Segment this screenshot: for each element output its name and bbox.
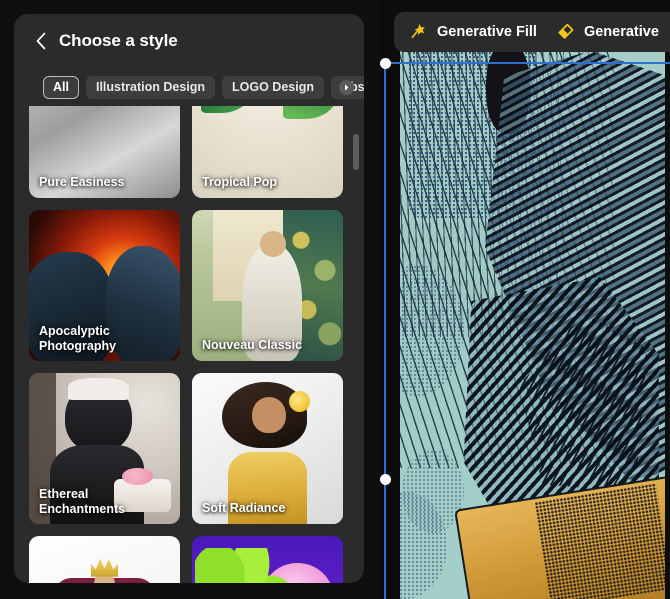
selection-border-top bbox=[384, 62, 670, 64]
style-card-neon-landscape[interactable] bbox=[192, 536, 343, 583]
flower-shape bbox=[288, 391, 310, 413]
artwork-hat-shading bbox=[534, 482, 670, 599]
style-cards-viewport[interactable]: Pure Easiness Tropical Pop Apocalyptic P… bbox=[14, 106, 364, 583]
eraser-icon bbox=[555, 22, 575, 42]
canvas-area[interactable] bbox=[380, 0, 670, 599]
generative-toolbar: Generative Fill Generative bbox=[394, 12, 670, 52]
style-card-pure-easiness[interactable]: Pure Easiness bbox=[29, 106, 180, 198]
leaf-shape bbox=[282, 106, 337, 120]
generative-fill-button[interactable]: Generative Fill bbox=[408, 22, 537, 42]
app-root: Generative Fill Generative Choose a styl… bbox=[0, 0, 670, 599]
style-card-label: Nouveau Classic bbox=[202, 338, 303, 352]
style-card-label: Apocalyptic Photography bbox=[39, 324, 117, 353]
generative-erase-button[interactable]: Generative bbox=[555, 22, 659, 42]
chevron-left-icon[interactable] bbox=[32, 32, 50, 50]
figure-cap-shape bbox=[68, 377, 129, 401]
leaf-shape bbox=[201, 106, 253, 114]
filter-chip-illustration-design[interactable]: Illustration Design bbox=[85, 75, 216, 99]
style-card-soft-radiance[interactable]: Soft Radiance bbox=[192, 373, 343, 524]
filter-chip-logo-design[interactable]: LOGO Design bbox=[222, 75, 324, 99]
page-title: Choose a style bbox=[59, 31, 178, 50]
artwork-halftone-4 bbox=[402, 450, 464, 534]
style-filter-chips[interactable]: All Illustration Design LOGO Design Abst… bbox=[14, 68, 364, 106]
style-card-tropical-pop[interactable]: Tropical Pop bbox=[192, 106, 343, 198]
style-card-king-throne[interactable] bbox=[29, 536, 180, 583]
choose-style-panel: Choose a style All Illustration Design L… bbox=[14, 14, 364, 583]
style-card-label: Tropical Pop bbox=[202, 175, 278, 189]
canvas-artwork[interactable] bbox=[391, 3, 670, 599]
selection-handle-middle-left[interactable] bbox=[380, 474, 391, 485]
style-card-thumbnail bbox=[192, 536, 343, 583]
generative-fill-label: Generative Fill bbox=[437, 24, 537, 40]
style-card-label: Pure Easiness bbox=[39, 175, 125, 189]
foliage-shape bbox=[195, 548, 289, 583]
artwork-frame-left bbox=[391, 3, 400, 599]
artwork-frame-right bbox=[665, 3, 670, 599]
selection-border-left bbox=[384, 62, 386, 599]
style-cards-grid: Pure Easiness Tropical Pop Apocalyptic P… bbox=[14, 106, 364, 583]
crown-shape bbox=[90, 558, 119, 577]
style-card-ethereal-enchantments[interactable]: Ethereal Enchantments bbox=[29, 373, 180, 524]
magic-wand-icon bbox=[408, 22, 428, 42]
selection-handle-top-left[interactable] bbox=[380, 58, 391, 69]
style-card-nouveau-classic[interactable]: Nouveau Classic bbox=[192, 210, 343, 361]
figure-face-shape bbox=[252, 397, 286, 434]
filter-chip-all[interactable]: All bbox=[43, 75, 79, 99]
style-card-thumbnail bbox=[29, 536, 180, 583]
generative-erase-label: Generative bbox=[583, 24, 659, 40]
style-panel-scrollbar[interactable] bbox=[353, 134, 359, 170]
panel-header: Choose a style bbox=[14, 14, 364, 68]
style-card-label: Soft Radiance bbox=[202, 501, 286, 515]
style-card-label: Ethereal Enchantments bbox=[39, 487, 126, 516]
figure-head-shape bbox=[259, 231, 286, 257]
chevron-right-circle-icon[interactable] bbox=[339, 80, 354, 95]
style-card-apocalyptic-photography[interactable]: Apocalyptic Photography bbox=[29, 210, 180, 361]
